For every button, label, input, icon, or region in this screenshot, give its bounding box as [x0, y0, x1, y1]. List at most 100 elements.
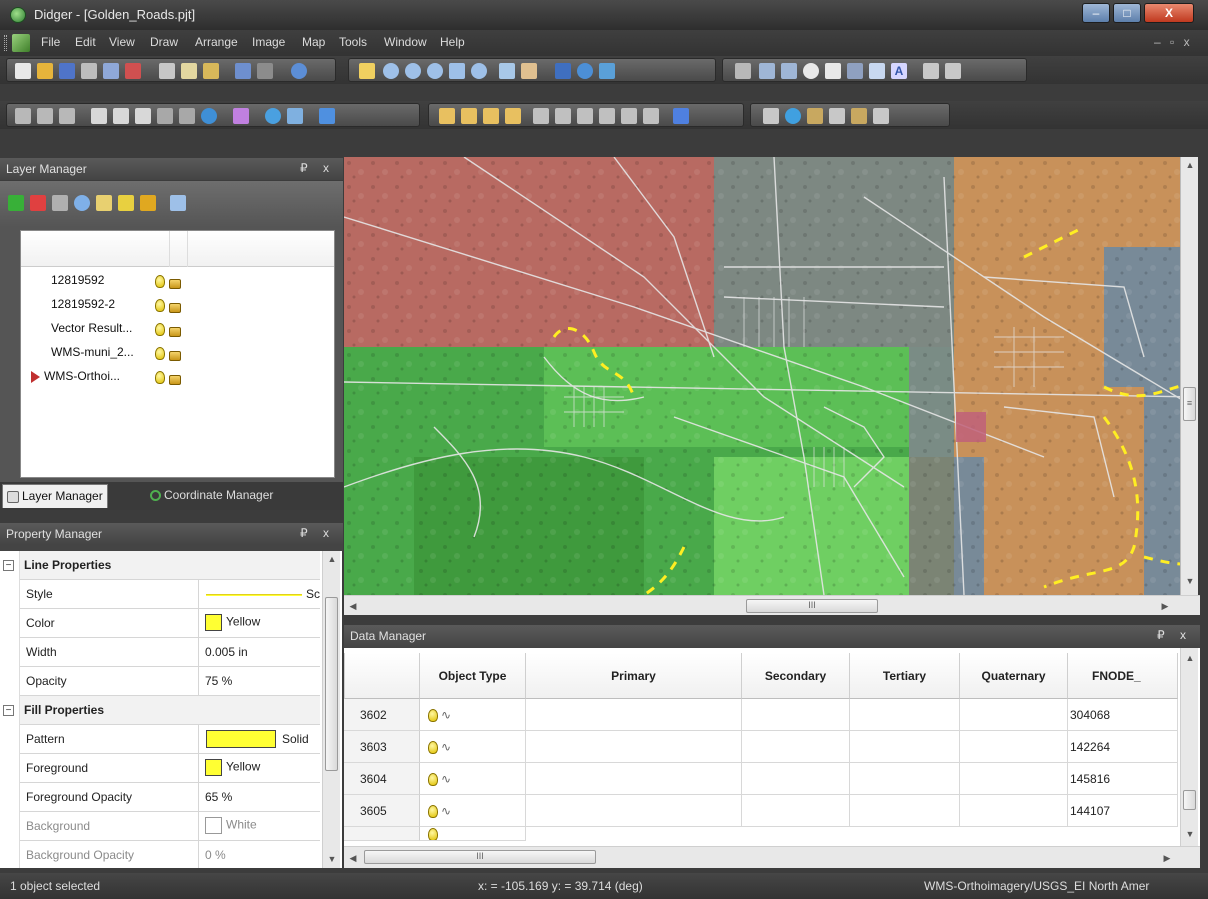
open-icon[interactable] — [37, 63, 53, 79]
layer-list[interactable]: 12819592 12819592-2 Vector Result... WMS… — [20, 230, 335, 478]
align-left-icon[interactable] — [439, 108, 455, 124]
reshape-icon[interactable] — [15, 108, 31, 124]
secondary-cell[interactable] — [742, 795, 850, 827]
add-layer-icon[interactable] — [8, 195, 24, 211]
line-width-value[interactable]: 0.005 in — [205, 645, 248, 659]
redo-icon[interactable] — [257, 63, 273, 79]
data-horizontal-scrollbar[interactable]: ◀ III ▶ — [344, 846, 1200, 868]
layer-lock-icon[interactable] — [140, 195, 156, 211]
polyline-icon[interactable] — [759, 63, 775, 79]
move-front-icon[interactable] — [91, 108, 107, 124]
rectangle-icon[interactable] — [825, 63, 841, 79]
map-vscroll-thumb[interactable]: ≡ — [1183, 387, 1196, 421]
map-horizontal-scrollbar[interactable]: ◀ III ▶ — [344, 595, 1200, 615]
online-help-icon[interactable] — [291, 63, 307, 79]
ellipse-icon[interactable] — [803, 63, 819, 79]
layer-select-icon[interactable] — [96, 195, 112, 211]
fill-pattern-value[interactable]: Solid — [282, 732, 309, 746]
spline-icon[interactable] — [847, 63, 863, 79]
visibility-bulb-icon[interactable] — [155, 275, 165, 288]
map-view[interactable]: ▲ ≡ ▼ — [344, 157, 1198, 595]
quaternary-cell[interactable] — [960, 763, 1068, 795]
object-type-cell[interactable]: ∿ — [420, 763, 526, 795]
object-type-cell[interactable]: ∿ — [420, 795, 526, 827]
paste-icon[interactable] — [203, 63, 219, 79]
menu-grip-handle[interactable] — [4, 35, 7, 51]
prop-background-opacity[interactable]: Background Opacity 0 % — [20, 841, 320, 868]
layer-item-wms-orthoimagery[interactable]: WMS-Orthoi... — [31, 369, 181, 389]
layer-visibility-icon[interactable] — [74, 195, 90, 211]
tertiary-cell[interactable] — [850, 699, 960, 731]
scroll-down-arrow-icon[interactable]: ▼ — [323, 851, 341, 867]
quaternary-cell[interactable] — [960, 731, 1068, 763]
fnode-cell[interactable]: 144107 — [1068, 795, 1178, 827]
object-type-cell[interactable]: ∿ — [420, 731, 526, 763]
prop-fill-pattern[interactable]: Pattern Solid — [20, 725, 320, 754]
foreground-opacity-value[interactable]: 65 % — [205, 790, 232, 804]
row-header[interactable]: 3602 — [344, 699, 420, 731]
layer-order-icon[interactable] — [170, 195, 186, 211]
prop-fill-foreground[interactable]: Foreground Yellow — [20, 754, 320, 783]
object-type-cell-partial[interactable] — [420, 827, 526, 841]
primary-cell[interactable] — [526, 731, 742, 763]
undo-icon[interactable] — [235, 63, 251, 79]
point-icon[interactable] — [735, 63, 751, 79]
export-icon[interactable] — [125, 63, 141, 79]
layer-item-wms-muni[interactable]: WMS-muni_2... — [51, 345, 181, 365]
quaternary-cell[interactable] — [960, 795, 1068, 827]
layer-item-12819592[interactable]: 12819592 — [51, 273, 181, 293]
menu-edit[interactable]: Edit — [75, 35, 96, 49]
data-manager-grid[interactable]: Object Type Primary Secondary Tertiary Q… — [344, 648, 1200, 868]
map-vertical-scrollbar[interactable]: ▲ ≡ ▼ — [1180, 157, 1198, 595]
column-header-fnode[interactable]: FNODE_ — [1068, 653, 1178, 699]
zoom-selected-icon[interactable] — [471, 63, 487, 79]
print-preview-icon[interactable] — [103, 63, 119, 79]
rotate-icon[interactable] — [673, 108, 689, 124]
column-header-quaternary[interactable]: Quaternary — [960, 653, 1068, 699]
data-hscroll-thumb[interactable]: III — [364, 850, 596, 864]
orthoimagery-map[interactable] — [344, 157, 1198, 595]
visibility-bulb-icon[interactable] — [155, 347, 165, 360]
distribute-bottom-icon[interactable] — [643, 108, 659, 124]
data-scroll-right-icon[interactable]: ▶ — [1158, 850, 1176, 866]
fnode-cell[interactable]: 145816 — [1068, 763, 1178, 795]
print-icon[interactable] — [81, 63, 97, 79]
secondary-cell[interactable] — [742, 699, 850, 731]
map-hscroll-thumb[interactable]: III — [746, 599, 878, 613]
zoom-out-icon[interactable] — [405, 63, 421, 79]
secondary-cell[interactable] — [742, 763, 850, 795]
new-icon[interactable] — [15, 63, 31, 79]
column-header-tertiary[interactable]: Tertiary — [850, 653, 960, 699]
map-scroll-down-icon[interactable]: ▼ — [1181, 573, 1198, 589]
menu-draw[interactable]: Draw — [150, 35, 178, 49]
document-icon[interactable] — [12, 34, 30, 52]
distribute-right-icon[interactable] — [577, 108, 593, 124]
data-scroll-down-icon[interactable]: ▼ — [1181, 826, 1199, 842]
close-button[interactable]: X — [1144, 3, 1194, 23]
map-scroll-left-icon[interactable]: ◀ — [344, 598, 362, 614]
tertiary-cell[interactable] — [850, 731, 960, 763]
menu-view[interactable]: View — [109, 35, 135, 49]
symbol-icon[interactable] — [945, 63, 961, 79]
align-top-icon[interactable] — [505, 108, 521, 124]
prop-line-color[interactable]: Color Yellow — [20, 609, 320, 638]
scroll-up-arrow-icon[interactable]: ▲ — [323, 551, 341, 567]
lock-icon[interactable] — [169, 303, 181, 313]
collapse-line-properties[interactable]: − — [3, 560, 14, 571]
maximize-button[interactable]: □ — [1113, 3, 1141, 23]
prop-line-width[interactable]: Width 0.005 in — [20, 638, 320, 667]
menu-help[interactable]: Help — [440, 35, 465, 49]
save-icon[interactable] — [59, 63, 75, 79]
distribute-middle-icon[interactable] — [621, 108, 637, 124]
mdi-child-controls[interactable]: – ▫ x — [1154, 35, 1193, 49]
project-icon[interactable] — [201, 108, 217, 124]
property-manager-pin-close[interactable]: ₽ x — [300, 526, 335, 540]
menu-image[interactable]: Image — [252, 35, 285, 49]
zoom-rect-icon[interactable] — [427, 63, 443, 79]
didger-app-icon[interactable] — [10, 7, 26, 23]
minimize-button[interactable]: – — [1082, 3, 1110, 23]
map-scroll-up-icon[interactable]: ▲ — [1181, 157, 1198, 173]
layer-item-12819592-2[interactable]: 12819592-2 — [51, 297, 181, 317]
map-scroll-right-icon[interactable]: ▶ — [1156, 598, 1174, 614]
primary-cell[interactable] — [526, 699, 742, 731]
